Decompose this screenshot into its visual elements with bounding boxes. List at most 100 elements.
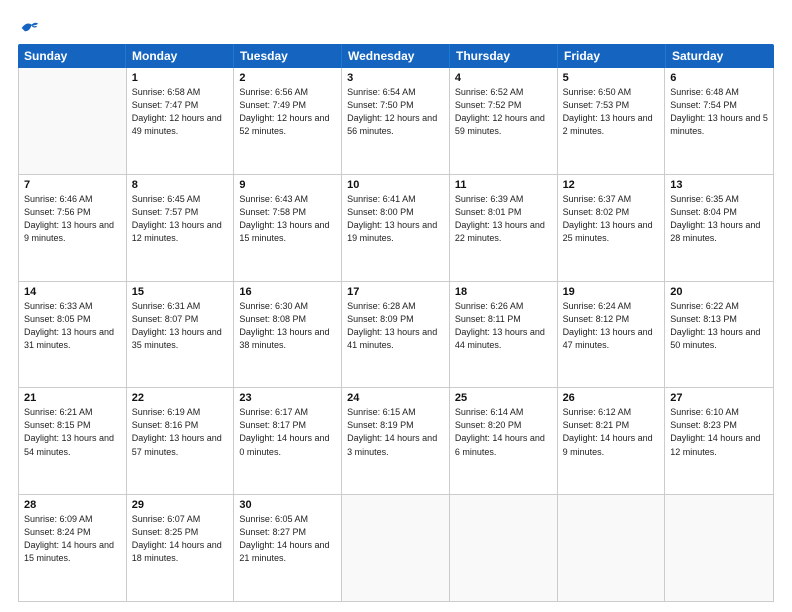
day-number: 9 [239, 179, 336, 191]
sun-info: Sunrise: 6:37 AMSunset: 8:02 PMDaylight:… [563, 193, 660, 245]
calendar-row-3: 21 Sunrise: 6:21 AMSunset: 8:15 PMDayligh… [19, 388, 773, 495]
day-number: 19 [563, 286, 660, 298]
sun-info: Sunrise: 6:14 AMSunset: 8:20 PMDaylight:… [455, 406, 552, 458]
day-number: 15 [132, 286, 229, 298]
sun-info: Sunrise: 6:21 AMSunset: 8:15 PMDaylight:… [24, 406, 121, 458]
day-number: 25 [455, 392, 552, 404]
day-number: 17 [347, 286, 444, 298]
calendar-cell-13: 13Sunrise: 6:35 AMSunset: 8:04 PMDayligh… [665, 175, 773, 281]
day-number: 27 [670, 392, 768, 404]
sun-info: Sunrise: 6:31 AMSunset: 8:07 PMDaylight:… [132, 300, 229, 352]
day-number: 11 [455, 179, 552, 191]
calendar-cell-21: 21 Sunrise: 6:21 AMSunset: 8:15 PMDayligh… [19, 388, 127, 494]
calendar-cell-2: 2 Sunrise: 6:56 AMSunset: 7:49 PMDaylight… [234, 68, 342, 174]
sun-info: Sunrise: 6:28 AMSunset: 8:09 PMDaylight:… [347, 300, 444, 352]
sun-info: Sunrise: 6:05 AMSunset: 8:27 PMDaylight:… [239, 513, 336, 565]
calendar-cell-1: 1 Sunrise: 6:58 AMSunset: 7:47 PMDaylight… [127, 68, 235, 174]
calendar-cell-24: 24 Sunrise: 6:15 AMSunset: 8:19 PMDayligh… [342, 388, 450, 494]
header-cell-monday: Monday [126, 44, 234, 68]
day-number: 3 [347, 72, 444, 84]
sun-info: Sunrise: 6:15 AMSunset: 8:19 PMDaylight:… [347, 406, 444, 458]
header-cell-thursday: Thursday [450, 44, 558, 68]
calendar-cell-empty [450, 495, 558, 601]
calendar-cell-18: 18Sunrise: 6:26 AMSunset: 8:11 PMDayligh… [450, 282, 558, 388]
calendar-cell-19: 19 Sunrise: 6:24 AMSunset: 8:12 PMDayligh… [558, 282, 666, 388]
sun-info: Sunrise: 6:41 AMSunset: 8:00 PMDaylight:… [347, 193, 444, 245]
calendar-cell-9: 9 Sunrise: 6:43 AMSunset: 7:58 PMDaylight… [234, 175, 342, 281]
calendar-cell-8: 8 Sunrise: 6:45 AMSunset: 7:57 PMDaylight… [127, 175, 235, 281]
calendar-cell-3: 3 Sunrise: 6:54 AMSunset: 7:50 PMDaylight… [342, 68, 450, 174]
header [18, 18, 774, 38]
sun-info: Sunrise: 6:33 AMSunset: 8:05 PMDaylight:… [24, 300, 121, 352]
day-number: 14 [24, 286, 121, 298]
day-number: 10 [347, 179, 444, 191]
calendar-body: 1 Sunrise: 6:58 AMSunset: 7:47 PMDaylight… [18, 68, 774, 602]
sun-info: Sunrise: 6:39 AMSunset: 8:01 PMDaylight:… [455, 193, 552, 245]
sun-info: Sunrise: 6:46 AMSunset: 7:56 PMDaylight:… [24, 193, 121, 245]
sun-info: Sunrise: 6:22 AMSunset: 8:13 PMDaylight:… [670, 300, 768, 352]
day-number: 2 [239, 72, 336, 84]
calendar: SundayMondayTuesdayWednesdayThursdayFrid… [18, 44, 774, 602]
header-cell-saturday: Saturday [666, 44, 774, 68]
day-number: 1 [132, 72, 229, 84]
calendar-cell-5: 5 Sunrise: 6:50 AMSunset: 7:53 PMDaylight… [558, 68, 666, 174]
calendar-cell-6: 6 Sunrise: 6:48 AMSunset: 7:54 PMDaylight… [665, 68, 773, 174]
day-number: 16 [239, 286, 336, 298]
calendar-header: SundayMondayTuesdayWednesdayThursdayFrid… [18, 44, 774, 68]
sun-info: Sunrise: 6:35 AMSunset: 8:04 PMDaylight:… [670, 193, 768, 245]
day-number: 5 [563, 72, 660, 84]
sun-info: Sunrise: 6:52 AMSunset: 7:52 PMDaylight:… [455, 86, 552, 138]
page: SundayMondayTuesdayWednesdayThursdayFrid… [0, 0, 792, 612]
calendar-cell-12: 12 Sunrise: 6:37 AMSunset: 8:02 PMDayligh… [558, 175, 666, 281]
sun-info: Sunrise: 6:09 AMSunset: 8:24 PMDaylight:… [24, 513, 121, 565]
calendar-row-0: 1 Sunrise: 6:58 AMSunset: 7:47 PMDaylight… [19, 68, 773, 175]
sun-info: Sunrise: 6:10 AMSunset: 8:23 PMDaylight:… [670, 406, 768, 458]
day-number: 28 [24, 499, 121, 511]
calendar-cell-20: 20Sunrise: 6:22 AMSunset: 8:13 PMDayligh… [665, 282, 773, 388]
calendar-cell-empty [558, 495, 666, 601]
day-number: 18 [455, 286, 552, 298]
day-number: 8 [132, 179, 229, 191]
day-number: 22 [132, 392, 229, 404]
calendar-cell-28: 28 Sunrise: 6:09 AMSunset: 8:24 PMDayligh… [19, 495, 127, 601]
sun-info: Sunrise: 6:24 AMSunset: 8:12 PMDaylight:… [563, 300, 660, 352]
sun-info: Sunrise: 6:43 AMSunset: 7:58 PMDaylight:… [239, 193, 336, 245]
calendar-cell-25: 25 Sunrise: 6:14 AMSunset: 8:20 PMDayligh… [450, 388, 558, 494]
day-number: 23 [239, 392, 336, 404]
calendar-cell-7: 7 Sunrise: 6:46 AMSunset: 7:56 PMDaylight… [19, 175, 127, 281]
calendar-cell-26: 26Sunrise: 6:12 AMSunset: 8:21 PMDayligh… [558, 388, 666, 494]
logo-bird-icon [20, 18, 40, 38]
sun-info: Sunrise: 6:17 AMSunset: 8:17 PMDaylight:… [239, 406, 336, 458]
sun-info: Sunrise: 6:45 AMSunset: 7:57 PMDaylight:… [132, 193, 229, 245]
sun-info: Sunrise: 6:58 AMSunset: 7:47 PMDaylight:… [132, 86, 229, 138]
calendar-cell-16: 16Sunrise: 6:30 AMSunset: 8:08 PMDayligh… [234, 282, 342, 388]
day-number: 21 [24, 392, 121, 404]
sun-info: Sunrise: 6:07 AMSunset: 8:25 PMDaylight:… [132, 513, 229, 565]
day-number: 24 [347, 392, 444, 404]
day-number: 12 [563, 179, 660, 191]
sun-info: Sunrise: 6:19 AMSunset: 8:16 PMDaylight:… [132, 406, 229, 458]
calendar-cell-15: 15 Sunrise: 6:31 AMSunset: 8:07 PMDayligh… [127, 282, 235, 388]
calendar-cell-30: 30 Sunrise: 6:05 AMSunset: 8:27 PMDayligh… [234, 495, 342, 601]
calendar-cell-11: 11 Sunrise: 6:39 AMSunset: 8:01 PMDayligh… [450, 175, 558, 281]
day-number: 7 [24, 179, 121, 191]
calendar-row-1: 7 Sunrise: 6:46 AMSunset: 7:56 PMDaylight… [19, 175, 773, 282]
calendar-cell-14: 14 Sunrise: 6:33 AMSunset: 8:05 PMDayligh… [19, 282, 127, 388]
sun-info: Sunrise: 6:54 AMSunset: 7:50 PMDaylight:… [347, 86, 444, 138]
calendar-cell-29: 29Sunrise: 6:07 AMSunset: 8:25 PMDayligh… [127, 495, 235, 601]
calendar-cell-27: 27 Sunrise: 6:10 AMSunset: 8:23 PMDayligh… [665, 388, 773, 494]
header-cell-tuesday: Tuesday [234, 44, 342, 68]
header-cell-sunday: Sunday [18, 44, 126, 68]
header-cell-friday: Friday [558, 44, 666, 68]
calendar-cell-4: 4 Sunrise: 6:52 AMSunset: 7:52 PMDaylight… [450, 68, 558, 174]
calendar-cell-empty [665, 495, 773, 601]
day-number: 30 [239, 499, 336, 511]
calendar-cell-22: 22 Sunrise: 6:19 AMSunset: 8:16 PMDayligh… [127, 388, 235, 494]
logo [18, 18, 40, 38]
day-number: 4 [455, 72, 552, 84]
day-number: 6 [670, 72, 768, 84]
sun-info: Sunrise: 6:56 AMSunset: 7:49 PMDaylight:… [239, 86, 336, 138]
sun-info: Sunrise: 6:50 AMSunset: 7:53 PMDaylight:… [563, 86, 660, 138]
calendar-cell-10: 10 Sunrise: 6:41 AMSunset: 8:00 PMDayligh… [342, 175, 450, 281]
sun-info: Sunrise: 6:48 AMSunset: 7:54 PMDaylight:… [670, 86, 768, 138]
